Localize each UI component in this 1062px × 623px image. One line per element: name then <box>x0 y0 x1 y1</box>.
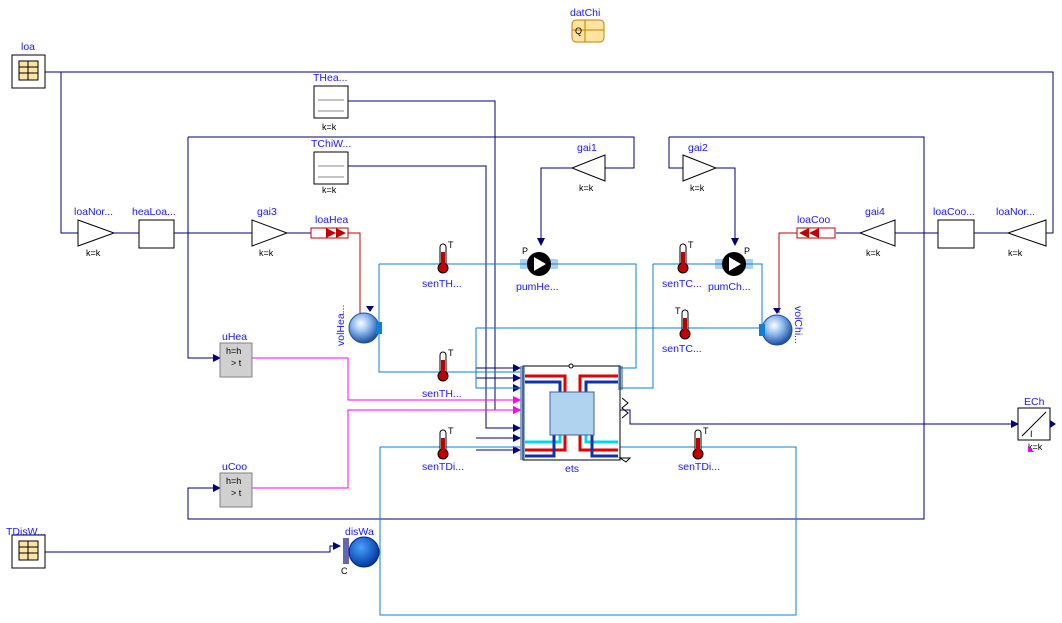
svg-text:loaHea: loaHea <box>315 214 348 226</box>
svg-text:senTH...: senTH... <box>422 278 462 290</box>
svg-text:T: T <box>448 426 454 436</box>
svg-text:pumCh...: pumCh... <box>708 281 751 293</box>
svg-text:k=k: k=k <box>322 122 337 132</box>
svg-text:h=h: h=h <box>226 476 241 486</box>
svg-text:k=k: k=k <box>579 183 594 193</box>
svg-text:h=h: h=h <box>226 346 241 356</box>
svg-text:senTDi...: senTDi... <box>678 461 720 473</box>
disWat-source[interactable]: disWa C <box>341 526 380 576</box>
svg-text:senTC...: senTC... <box>662 278 702 290</box>
svg-text:senTDi...: senTDi... <box>422 461 464 473</box>
senTDisOut-sensor[interactable]: T senTDi... <box>678 426 720 473</box>
modelica-diagram: Q datChi loa THea... k=k TChiW... k=k ga… <box>6 7 1056 616</box>
gai1-gain[interactable]: gai1 k=k <box>570 142 606 193</box>
svg-text:T: T <box>688 240 694 250</box>
svg-text:P: P <box>522 246 528 256</box>
svg-text:senTC...: senTC... <box>662 343 702 355</box>
svg-text:k=k: k=k <box>86 248 101 258</box>
svg-text:I: I <box>1030 429 1033 439</box>
svg-text:gai4: gai4 <box>865 206 885 218</box>
svg-text:T: T <box>703 426 709 436</box>
svg-text:T: T <box>675 306 681 316</box>
signal-connections <box>45 71 1054 553</box>
senTDisIn-sensor[interactable]: T senTDi... <box>422 426 464 473</box>
svg-text:loaCoo...: loaCoo... <box>933 206 975 218</box>
svg-text:uCoo: uCoo <box>222 461 247 473</box>
volChi-volume[interactable]: volChi... <box>759 306 804 346</box>
loa-label: loa <box>21 41 35 53</box>
senTHeaIn-sensor[interactable]: T senTH... <box>422 240 462 290</box>
datChi-record[interactable]: Q datChi <box>570 7 605 43</box>
TChiW-label: TChiW... <box>311 138 351 150</box>
loaCoo-heater[interactable]: loaCoo <box>796 214 836 239</box>
svg-text:gai1: gai1 <box>577 142 597 154</box>
gai3-gain[interactable]: gai3 k=k <box>251 206 289 258</box>
senTChiOut-sensor[interactable]: T senTC... <box>662 306 702 355</box>
ets-label: ets <box>565 463 579 475</box>
TChiW-source[interactable]: TChiW... k=k <box>311 138 351 195</box>
uHea-hysteresis[interactable]: h=h > t uHea <box>219 331 253 378</box>
heaLoa-block[interactable]: heaLoa... <box>132 206 176 249</box>
svg-text:ECh: ECh <box>1024 396 1045 408</box>
svg-text:> t: > t <box>231 488 242 498</box>
svg-text:k=k: k=k <box>690 183 705 193</box>
loa-table[interactable]: loa <box>11 41 46 89</box>
volHea-volume[interactable]: volHea... <box>335 305 382 346</box>
svg-text:Q: Q <box>575 26 582 36</box>
loaNorCoo-gain[interactable]: loaNor... k=k <box>996 206 1047 258</box>
svg-text:volHea...: volHea... <box>335 305 347 346</box>
senTHeaOut-sensor[interactable]: T senTH... <box>422 348 462 400</box>
svg-text:k=k: k=k <box>259 248 274 258</box>
svg-text:P: P <box>744 246 750 256</box>
senTChiIn-sensor[interactable]: T senTC... <box>662 240 702 290</box>
loaNorHea-gain[interactable]: loaNor... k=k <box>74 206 116 258</box>
gai4-gain[interactable]: gai4 k=k <box>858 206 896 258</box>
THea-label: THea... <box>313 72 347 84</box>
svg-text:> t: > t <box>231 358 242 368</box>
ECh-integrator[interactable]: I ECh k=k <box>1017 396 1056 452</box>
THea-source[interactable]: THea... k=k <box>313 72 349 132</box>
ets-block[interactable]: ets <box>520 363 632 475</box>
svg-text:pumHe...: pumHe... <box>516 281 559 293</box>
pumHea-pump[interactable]: P pumHe... <box>516 246 559 293</box>
svg-text:heaLoa...: heaLoa... <box>132 206 176 218</box>
svg-text:k=k: k=k <box>322 185 337 195</box>
datChi-label: datChi <box>570 7 600 19</box>
svg-text:gai3: gai3 <box>257 206 277 218</box>
svg-text:k=k: k=k <box>1008 248 1023 258</box>
svg-text:loaNor...: loaNor... <box>74 206 113 218</box>
svg-text:TDisW...: TDisW... <box>6 526 46 538</box>
svg-text:T: T <box>448 348 454 358</box>
uCoo-hysteresis[interactable]: h=h > t uCoo <box>219 461 253 508</box>
TDisW-table[interactable]: TDisW... <box>6 526 46 569</box>
svg-text:senTH...: senTH... <box>422 388 462 400</box>
svg-text:volChi...: volChi... <box>792 306 804 344</box>
loaCooRev-block[interactable]: loaCoo... <box>933 206 975 249</box>
svg-text:T: T <box>448 240 454 250</box>
loaHea-heater[interactable]: loaHea <box>310 214 349 239</box>
svg-text:disWa: disWa <box>345 526 374 538</box>
svg-text:loaNor...: loaNor... <box>996 206 1035 218</box>
gai2-gain[interactable]: gai2 k=k <box>682 142 718 193</box>
svg-text:C: C <box>341 566 348 576</box>
svg-text:loaCoo: loaCoo <box>797 214 830 226</box>
pumChi-pump[interactable]: P pumCh... <box>708 246 753 293</box>
svg-text:uHea: uHea <box>222 331 247 343</box>
svg-text:k=k: k=k <box>866 248 881 258</box>
svg-text:gai2: gai2 <box>688 142 708 154</box>
